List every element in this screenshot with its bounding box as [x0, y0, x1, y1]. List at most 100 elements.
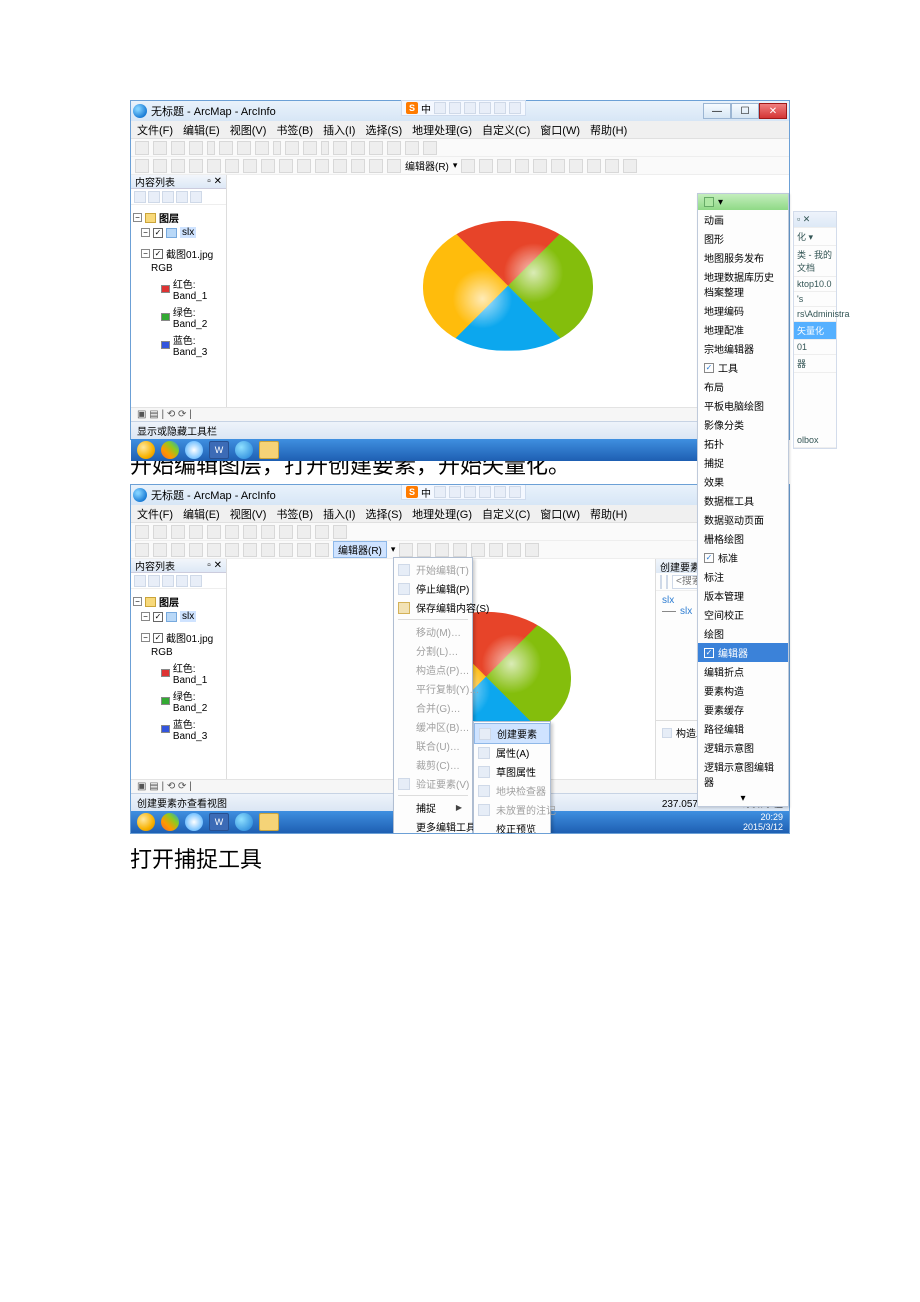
toc-view-button[interactable] — [190, 191, 202, 203]
tool-button[interactable] — [225, 525, 239, 539]
tool-button[interactable] — [471, 543, 485, 557]
tool-button[interactable] — [399, 543, 413, 557]
toolbars-menu-item[interactable]: 效果 — [698, 472, 788, 491]
taskbar-icon[interactable] — [161, 441, 179, 459]
toolbars-menu-item[interactable]: 影像分类 — [698, 415, 788, 434]
tool-button[interactable] — [279, 525, 293, 539]
toolbars-menu-item[interactable]: 地理编码 — [698, 301, 788, 320]
tool-button[interactable] — [297, 159, 311, 173]
tool-button[interactable] — [315, 543, 329, 557]
menu-item[interactable]: 书签(B) — [276, 122, 313, 138]
toc-view-button[interactable] — [134, 191, 146, 203]
ime-toolbar[interactable]: S 中 — [401, 100, 526, 116]
toolbars-menu-item[interactable]: 动画 — [698, 210, 788, 229]
toolbars-menu-item[interactable]: 捕捉 — [698, 453, 788, 472]
toolbars-context-menu[interactable]: ▾ 动画 图形 地图服务发布 地理数据库历史档案整理 地理编码 地理配准 宗地编… — [697, 193, 789, 807]
toc-view-button[interactable] — [176, 575, 188, 587]
tool-button[interactable] — [243, 159, 257, 173]
dropdown-item[interactable]: 开始编辑(T) — [394, 560, 472, 579]
toolbars-menu-item[interactable]: 数据框工具 — [698, 491, 788, 510]
tool-button[interactable] — [303, 141, 317, 155]
taskbar-ie-icon[interactable] — [185, 813, 203, 831]
menu-item[interactable]: 自定义(C) — [482, 122, 530, 138]
tool-button[interactable] — [171, 141, 185, 155]
tool-button[interactable] — [623, 159, 637, 173]
tool-button[interactable] — [489, 543, 503, 557]
toolbars-menu-item[interactable]: 地理数据库历史档案整理 — [698, 267, 788, 301]
menu-item[interactable]: 窗口(W) — [540, 506, 580, 522]
menu-item[interactable]: 地理处理(G) — [412, 122, 472, 138]
tool-button[interactable] — [369, 159, 383, 173]
tool-button[interactable] — [569, 159, 583, 173]
maximize-button[interactable]: ☐ — [731, 103, 759, 119]
toc-view-button[interactable] — [162, 191, 174, 203]
checkbox[interactable]: ✓ — [153, 633, 163, 643]
tool-button[interactable] — [315, 159, 329, 173]
tool-button[interactable] — [479, 159, 493, 173]
submenu-item[interactable]: 草图属性 — [474, 762, 550, 781]
tool-button[interactable] — [189, 543, 203, 557]
tool-button[interactable] — [189, 141, 203, 155]
menu-item[interactable]: 地理处理(G) — [412, 506, 472, 522]
collapse-icon[interactable]: − — [133, 597, 142, 606]
toolbars-menu-item[interactable]: 布局 — [698, 377, 788, 396]
menu-item[interactable]: 自定义(C) — [482, 506, 530, 522]
taskbar-explorer-icon[interactable] — [259, 813, 279, 831]
tool-button[interactable] — [387, 141, 401, 155]
menu-item[interactable]: 插入(I) — [323, 506, 355, 522]
tool-button[interactable] — [351, 159, 365, 173]
tool-button[interactable] — [135, 159, 149, 173]
tool-button[interactable] — [237, 141, 251, 155]
dropdown-item[interactable]: 保存编辑内容(S) — [394, 598, 472, 617]
checkbox[interactable]: ✓ — [153, 228, 163, 238]
tool-button[interactable] — [225, 543, 239, 557]
tool-button[interactable] — [171, 525, 185, 539]
toolbars-menu-item[interactable]: ✓标准 — [698, 548, 788, 567]
tree-root[interactable]: 图层 — [159, 594, 179, 609]
toolbars-menu-item[interactable]: 拓扑 — [698, 434, 788, 453]
toolbars-menu-item-selected[interactable]: ✓编辑器 — [698, 643, 788, 662]
tool-button[interactable] — [435, 543, 449, 557]
tool-button[interactable] — [453, 543, 467, 557]
layer-item[interactable]: slx — [180, 611, 196, 622]
layer-item[interactable]: slx — [180, 227, 196, 238]
tool-button[interactable] — [507, 543, 521, 557]
tool-button[interactable] — [333, 525, 347, 539]
catalog-item[interactable]: 类 - 我的文档 — [794, 246, 836, 277]
toolbars-menu-item[interactable]: 版本管理 — [698, 586, 788, 605]
editor-toolbar-label[interactable]: 编辑器(R) — [405, 158, 449, 173]
toolbars-menu-item[interactable]: 宗地编辑器 — [698, 339, 788, 358]
toolbars-menu-item[interactable]: 要素构造 — [698, 681, 788, 700]
toolbars-menu-item[interactable]: 编辑折点 — [698, 662, 788, 681]
submenu-item[interactable]: 校正预览 — [474, 819, 550, 834]
tool-button[interactable] — [171, 159, 185, 173]
menu-item[interactable]: 视图(V) — [230, 122, 267, 138]
toc-view-button[interactable] — [162, 575, 174, 587]
start-button-icon[interactable] — [137, 813, 155, 831]
editor-window-submenu[interactable]: 创建要素 属性(A) 草图属性 地块检查器 未放置的注记 校正预览 控制点(C)… — [473, 721, 551, 834]
collapse-icon[interactable]: − — [141, 249, 150, 258]
tool-button[interactable] — [243, 525, 257, 539]
tool-button[interactable] — [153, 141, 167, 155]
tool-button[interactable] — [207, 159, 221, 173]
start-button-icon[interactable] — [137, 441, 155, 459]
view-buttons[interactable]: ▣ ▤ | ⟲ ⟳ | — [137, 409, 192, 420]
catalog-item[interactable]: rs\Administra — [794, 307, 836, 322]
tool-button[interactable] — [279, 159, 293, 173]
tool-button[interactable] — [369, 141, 383, 155]
checkbox[interactable]: ✓ — [153, 612, 163, 622]
tool-button[interactable] — [315, 525, 329, 539]
editor-toolbar-label[interactable]: 编辑器(R) — [333, 541, 387, 558]
collapse-icon[interactable]: − — [141, 228, 150, 237]
tool-button[interactable] — [207, 525, 221, 539]
menu-item[interactable]: 书签(B) — [276, 506, 313, 522]
toolbars-menu-item[interactable]: 路径编辑 — [698, 719, 788, 738]
collapse-icon[interactable]: − — [133, 213, 142, 222]
toolbars-menu-item[interactable]: 绘图 — [698, 624, 788, 643]
tool-button[interactable] — [219, 141, 233, 155]
tool-button[interactable] — [525, 543, 539, 557]
taskbar-explorer-icon[interactable] — [259, 441, 279, 459]
menu-item[interactable]: 文件(F) — [137, 122, 173, 138]
tool-button[interactable] — [423, 141, 437, 155]
dropdown-item[interactable]: 停止编辑(P) — [394, 579, 472, 598]
